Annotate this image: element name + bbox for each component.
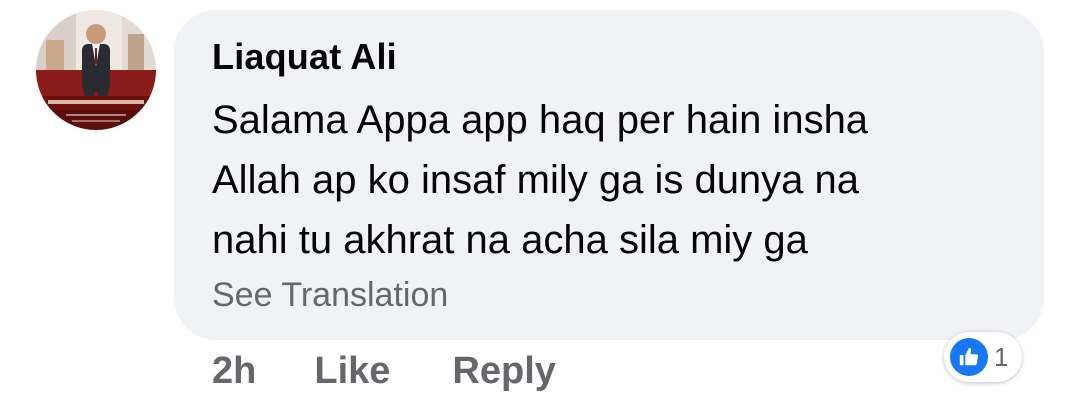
thumbs-up-icon: [950, 338, 988, 376]
reaction-count: 1: [994, 341, 1009, 372]
comment-actions: 2h Like Reply: [212, 350, 618, 393]
reaction-summary[interactable]: 1: [944, 332, 1023, 382]
comment-timestamp[interactable]: 2h: [212, 350, 256, 393]
comment-text: Salama Appa app haq per hain insha Allah…: [212, 98, 869, 262]
avatar[interactable]: [36, 10, 156, 130]
reply-button[interactable]: Reply: [452, 350, 555, 393]
profile-photo-icon: [36, 10, 156, 130]
like-button[interactable]: Like: [314, 350, 390, 393]
comment-bubble: Liaquat Ali Salama Appa app haq per hain…: [174, 10, 1044, 340]
comment-container: Liaquat Ali Salama Appa app haq per hain…: [0, 0, 1080, 408]
see-translation-link[interactable]: See Translation: [212, 276, 448, 315]
comment-author[interactable]: Liaquat Ali: [212, 36, 397, 78]
